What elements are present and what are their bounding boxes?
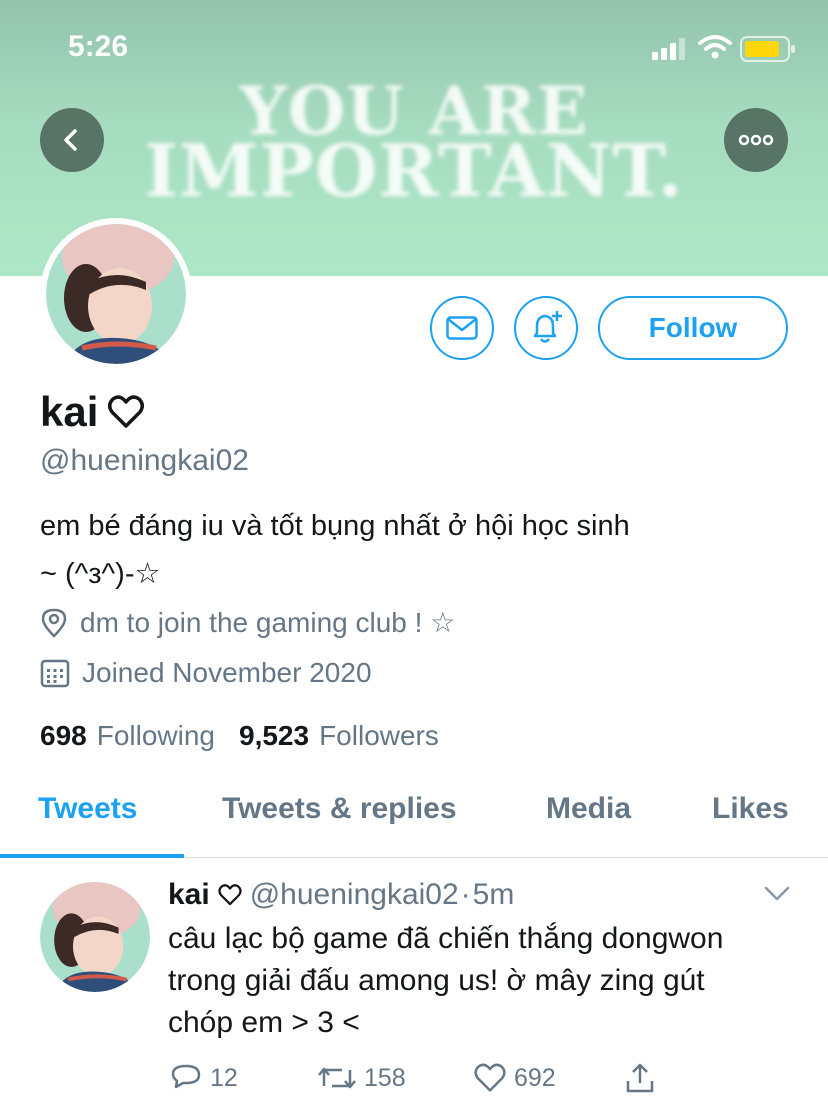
bio-line-1: em bé đáng iu và tốt bụng nhất ở hội học… — [40, 510, 630, 542]
cellular-signal-icon — [652, 38, 685, 60]
like-count: 692 — [514, 1063, 556, 1092]
avatar-photo — [46, 224, 186, 364]
tweet-text-line-2: trong giải đấu among us! ờ mây zing gút — [168, 964, 705, 997]
retweet-icon — [318, 1067, 356, 1089]
profile-handle: @hueningkai02 — [40, 444, 249, 477]
following-label[interactable]: Following — [97, 720, 215, 752]
following-count[interactable]: 698 — [40, 720, 87, 752]
retweet-action[interactable]: 158 — [318, 1060, 406, 1096]
calendar-icon — [40, 659, 70, 688]
joined-text: Joined November 2020 — [82, 657, 372, 688]
tweet-header: kai @hueningkai02 · 5m — [168, 878, 514, 912]
wifi-icon — [698, 35, 732, 59]
share-icon — [626, 1063, 654, 1093]
active-tab-indicator — [0, 854, 184, 858]
mail-icon — [446, 316, 478, 340]
reply-count: 12 — [210, 1063, 238, 1092]
tweet-avatar[interactable] — [40, 882, 150, 992]
tweet-separator-dot: · — [460, 878, 471, 911]
tweet-timestamp[interactable]: 5m — [473, 878, 515, 912]
heart-outline-icon — [108, 395, 145, 428]
notifications-button[interactable] — [514, 296, 578, 360]
location-row: dm to join the gaming club ! ☆ — [40, 606, 455, 639]
followers-count[interactable]: 9,523 — [239, 720, 309, 752]
message-button[interactable] — [430, 296, 494, 360]
more-options-button[interactable] — [724, 108, 788, 172]
display-name: kai — [40, 388, 145, 436]
reply-icon — [171, 1064, 201, 1089]
display-name-text: kai — [40, 388, 99, 435]
tab-tweets[interactable]: Tweets — [38, 792, 137, 826]
tab-tweets-replies[interactable]: Tweets & replies — [222, 792, 457, 826]
tweet-text-line-3: chóp em > 3 < — [168, 1006, 360, 1039]
tab-media[interactable]: Media — [546, 792, 631, 826]
like-action[interactable]: 692 — [474, 1060, 556, 1096]
bio-line-2: ~ (^з^)-☆ — [40, 558, 161, 590]
more-icon — [738, 134, 774, 146]
tweet-author-handle[interactable]: @hueningkai02 — [250, 878, 459, 912]
heart-outline-icon — [218, 884, 242, 906]
tweet-author-name[interactable]: kai — [168, 878, 210, 912]
location-text: dm to join the gaming club ! ☆ — [80, 607, 456, 638]
reply-action[interactable]: 12 — [170, 1060, 238, 1096]
followers-label[interactable]: Followers — [319, 720, 439, 752]
profile-avatar[interactable] — [40, 218, 192, 370]
chevron-down-icon[interactable] — [764, 886, 790, 902]
bell-plus-icon — [533, 311, 562, 343]
status-time: 5:26 — [68, 30, 129, 63]
location-pin-icon — [41, 608, 67, 638]
banner-text-line2: IMPORTANT. — [144, 128, 684, 213]
battery-icon — [740, 36, 795, 62]
back-arrow-icon — [64, 129, 77, 151]
retweet-count: 158 — [364, 1063, 406, 1092]
like-icon — [474, 1063, 506, 1092]
share-action[interactable] — [624, 1060, 656, 1096]
back-button[interactable] — [40, 108, 104, 172]
tweet-text-line-1: câu lạc bộ game đã chiến thắng dongwon — [168, 922, 724, 955]
tab-likes[interactable]: Likes — [712, 792, 789, 826]
avatar-photo — [40, 882, 150, 992]
profile-tabs: Tweets Tweets & replies Media Likes — [0, 768, 828, 858]
joined-row: Joined November 2020 — [40, 657, 372, 689]
follow-stats: 698 Following 9,523 Followers — [40, 720, 439, 752]
follow-button[interactable]: Follow — [598, 296, 788, 360]
